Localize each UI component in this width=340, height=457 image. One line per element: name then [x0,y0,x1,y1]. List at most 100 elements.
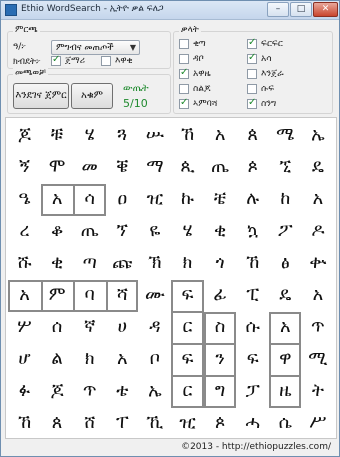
grid-cell[interactable]: ዢ [172,408,203,438]
grid-cell[interactable]: ዢ [139,184,170,214]
grid-cell[interactable]: ሰ [42,312,73,342]
word-checkbox[interactable]: ፍርፍር [247,37,283,49]
grid-cell[interactable]: ሥ [302,408,333,438]
grid-cell[interactable]: ዴ [302,152,333,182]
grid-cell[interactable]: ዳ [139,312,170,342]
grid-cell[interactable]: ዬ [139,216,170,246]
grid-cell[interactable]: ኳ [237,216,268,246]
grid-cell[interactable]: ኝ [9,152,40,182]
grid-cell[interactable]: አ [302,184,333,214]
grid-cell[interactable]: ሞ [42,152,73,182]
grid-cell[interactable]: ሉ [237,184,268,214]
grid-cell[interactable]: ጣ [74,248,105,278]
grid-cell[interactable]: አ [205,120,236,150]
grid-cell[interactable]: ፖ [270,216,301,246]
grid-cell[interactable]: ሆ [9,344,40,374]
grid-cell[interactable]: ኘ [107,216,138,246]
checkbox-box[interactable] [179,39,189,49]
grid-cell[interactable]: ሀ [107,312,138,342]
grid-cell[interactable]: ሸ [74,408,105,438]
grid-cell[interactable]: ቍ [302,248,333,278]
checkbox-box[interactable] [179,67,189,79]
grid-cell[interactable]: ኩ [172,184,203,214]
grid-cell[interactable]: ክ [74,344,105,374]
grid-cell[interactable]: ቂ [42,248,73,278]
grid-cell[interactable]: ኸ [237,248,268,278]
grid-cell[interactable]: ቂ [205,216,236,246]
grid-cell[interactable]: ሓ [237,408,268,438]
grid-cell[interactable]: አ [302,280,333,310]
grid-cell[interactable]: ዐ [107,184,138,214]
grid-cell[interactable]: ኸ [172,120,203,150]
grid-cell[interactable]: ቔ [107,152,138,182]
checkbox-box[interactable] [51,54,61,66]
grid-cell[interactable]: ጥ [74,376,105,406]
grid-cell[interactable]: ፅ [270,248,301,278]
word-checkbox[interactable]: ዳቦ [179,54,204,64]
close-button[interactable]: ✕ [313,2,338,17]
grid-cell[interactable]: ረ [9,216,40,246]
maximize-button[interactable]: □ [290,2,312,17]
new-game-button[interactable]: እንደገና ጀምር [13,83,69,109]
grid-cell[interactable]: ሹ [9,248,40,278]
grid-cell[interactable]: ቆ [42,216,73,246]
grid-cell[interactable]: ጶ [237,152,268,182]
checkbox-box[interactable] [247,84,257,94]
grid-cell[interactable]: ጎ [205,248,236,278]
grid-cell[interactable]: ሄ [172,216,203,246]
expert-checkbox[interactable]: እዋቂ [101,56,133,66]
grid-cell[interactable]: ጥ [302,312,333,342]
checkbox-box[interactable] [179,84,189,94]
grid-cell[interactable]: ቼ [205,184,236,214]
word-checkbox[interactable]: ስልጆ [179,84,210,94]
word-checkbox[interactable]: እንጀራ [247,69,284,79]
grid-cell[interactable]: ጲ [172,152,203,182]
checkbox-box[interactable] [247,37,257,49]
word-checkbox[interactable]: አሳ [247,52,272,64]
word-checkbox[interactable]: አዋዜ [179,67,211,79]
checkbox-box[interactable] [101,56,111,66]
grid-cell[interactable]: ፍ [237,344,268,374]
grid-cell[interactable]: ጰ [237,120,268,150]
grid-cell[interactable]: ዴ [270,280,301,310]
stop-button[interactable]: አቁም [71,83,113,109]
word-checkbox[interactable]: ኣምባሻ [179,97,217,109]
grid-cell[interactable]: መ [74,152,105,182]
grid-cell[interactable]: ኛ [74,312,105,342]
word-checkbox[interactable]: ስንግ [247,97,276,109]
minimize-button[interactable]: – [267,2,289,17]
checkbox-box[interactable] [179,97,189,109]
grid-cell[interactable]: ጆ [42,376,73,406]
word-checkbox[interactable]: ቂጣ [179,39,206,49]
grid-cell[interactable]: ሦ [9,312,40,342]
checkbox-box[interactable] [179,54,189,64]
beginner-checkbox[interactable]: ጀማሪ [51,54,85,66]
grid-cell[interactable]: ኺ [139,408,170,438]
word-checkbox[interactable]: ሱፍ [247,84,274,94]
grid-cell[interactable]: ፉ [9,376,40,406]
grid-cell[interactable]: ፒ [237,280,268,310]
letter-grid[interactable]: ጆቹሄጓሡኸአጰሜኤኝሞመቔማጲጤጶኚዴዔአሳዐዢኩቼሉከአረቆጤኘዬሄቂኳፖዶ… [5,117,337,439]
grid-cell[interactable]: ሡ [139,120,170,150]
grid-cell[interactable]: ኚ [270,152,301,182]
grid-cell[interactable]: አ [107,344,138,374]
grid-cell[interactable]: ዔ [9,184,40,214]
grid-cell[interactable]: ል [42,344,73,374]
grid-cell[interactable]: ጰ [42,408,73,438]
grid-cell[interactable]: ኽ [139,248,170,278]
grid-cell[interactable]: ቹ [42,120,73,150]
grid-cell[interactable]: ቦ [139,344,170,374]
grid-cell[interactable]: ፊ [205,280,236,310]
title-bar[interactable]: Ethio WordSearch - ኢትዮ ቃል ፍለጋ – □ ✕ [1,1,339,20]
grid-cell[interactable]: ዶ [302,216,333,246]
grid-cell[interactable]: ሴ [270,408,301,438]
grid-cell[interactable]: ኤ [302,120,333,150]
grid-cell[interactable]: ፓ [237,376,268,406]
checkbox-box[interactable] [247,97,257,109]
grid-cell[interactable]: ት [302,376,333,406]
grid-cell[interactable]: ሚ [302,344,333,374]
grid-cell[interactable]: ቴ [107,376,138,406]
category-dropdown[interactable]: ምግብና መጠጦች ▼ [51,40,140,55]
checkbox-box[interactable] [247,52,257,64]
grid-cell[interactable]: ሱ [237,312,268,342]
